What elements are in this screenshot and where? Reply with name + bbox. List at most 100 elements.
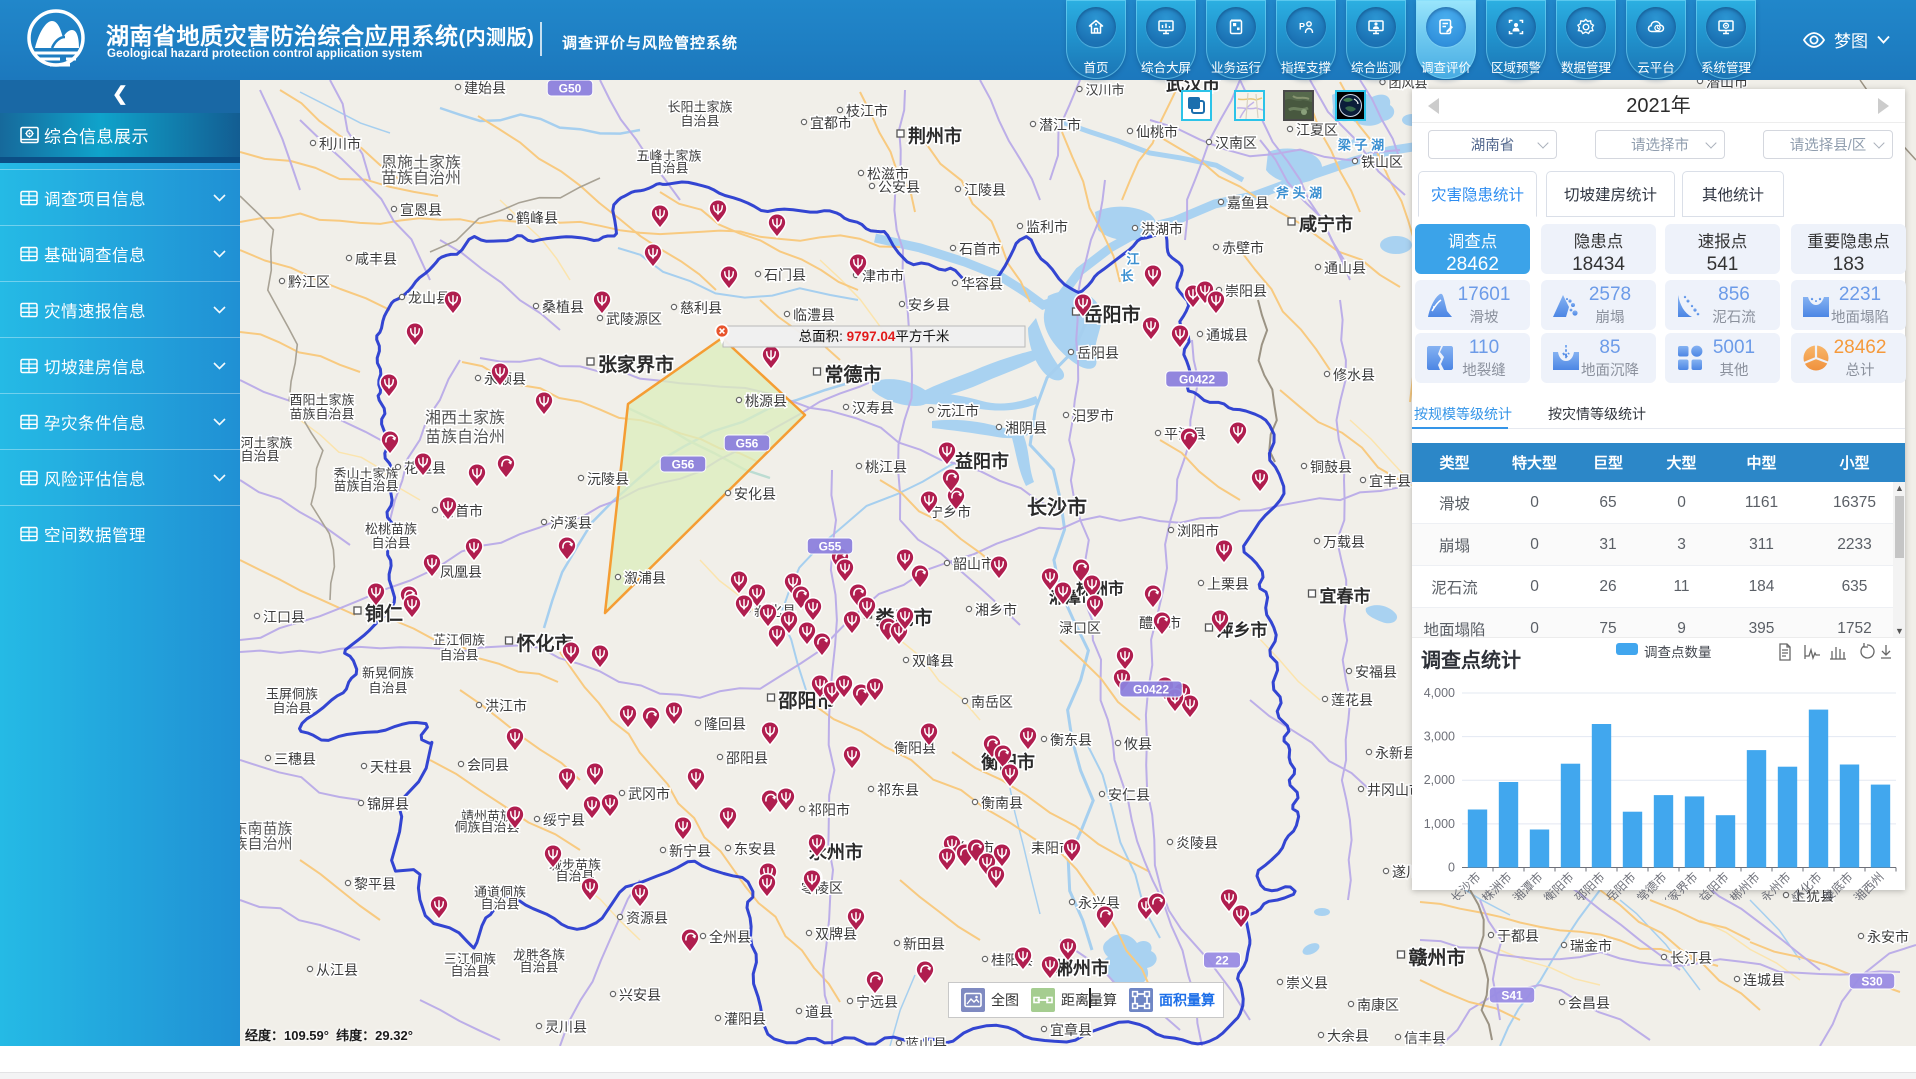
svg-text:兴安县: 兴安县 <box>619 987 661 1003</box>
svg-text:潜江市: 潜江市 <box>1039 117 1081 133</box>
svg-text:铜仁: 铜仁 <box>365 602 403 625</box>
svg-text:铜鼓县: 铜鼓县 <box>1310 459 1352 475</box>
svg-text:宁远县: 宁远县 <box>856 994 898 1010</box>
svg-text:玉屏侗族: 玉屏侗族 <box>266 687 318 702</box>
svg-text:0: 0 <box>1448 861 1455 875</box>
svg-text:莲花县: 莲花县 <box>1331 692 1373 708</box>
svg-text:2,000: 2,000 <box>1424 773 1455 787</box>
svg-text:酉阳土家族: 酉阳土家族 <box>289 393 354 408</box>
svg-text:嘉鱼县: 嘉鱼县 <box>1227 195 1269 211</box>
svg-text:建始县: 建始县 <box>464 80 506 96</box>
svg-text:自治县: 自治县 <box>240 449 279 464</box>
svg-text:通山县: 通山县 <box>1324 260 1366 276</box>
svg-text:江口县: 江口县 <box>263 609 305 625</box>
svg-text:郴州市: 郴州市 <box>1055 957 1109 978</box>
svg-text:灵川县: 灵川县 <box>545 1019 587 1035</box>
svg-text:洪江市: 洪江市 <box>485 698 527 714</box>
svg-text:利川市: 利川市 <box>319 136 361 152</box>
svg-text:长沙市: 长沙市 <box>1027 495 1087 519</box>
svg-text:长: 长 <box>1120 269 1134 284</box>
svg-text:永安市: 永安市 <box>1867 929 1909 945</box>
svg-text:自治县: 自治县 <box>450 964 489 979</box>
svg-text:武冈市: 武冈市 <box>628 786 670 802</box>
svg-text:G55: G55 <box>819 540 842 554</box>
svg-text:黔江区: 黔江区 <box>288 274 330 290</box>
svg-text:修水县: 修水县 <box>1333 367 1375 383</box>
svg-text:监利市: 监利市 <box>1026 219 1068 235</box>
svg-text:泸溪县: 泸溪县 <box>550 515 592 531</box>
svg-text:韶山市: 韶山市 <box>953 556 995 572</box>
svg-text:汉南区: 汉南区 <box>1215 135 1257 151</box>
svg-text:溆浦县: 溆浦县 <box>624 570 666 586</box>
svg-text:新宁县: 新宁县 <box>669 843 711 859</box>
svg-text:全州县: 全州县 <box>709 929 751 945</box>
svg-text:东安县: 东安县 <box>734 841 776 857</box>
svg-text:永新县: 永新县 <box>1375 745 1417 761</box>
svg-text:4,000: 4,000 <box>1424 686 1455 700</box>
svg-text:自治县: 自治县 <box>439 648 478 663</box>
svg-text:慈利县: 慈利县 <box>680 300 722 316</box>
svg-text:G50: G50 <box>559 82 582 96</box>
svg-text:洪湖市: 洪湖市 <box>1141 221 1183 237</box>
svg-text:石首市: 石首市 <box>959 241 1001 257</box>
svg-text:22: 22 <box>1215 954 1229 968</box>
svg-text:苗族自治州: 苗族自治州 <box>381 169 461 187</box>
svg-text:自治县: 自治县 <box>680 114 719 129</box>
svg-text:道县: 道县 <box>805 1004 833 1020</box>
svg-text:万载县: 万载县 <box>1323 534 1365 550</box>
svg-text:津市市: 津市市 <box>862 268 904 284</box>
svg-text:华容县: 华容县 <box>961 276 1003 292</box>
svg-text:安化县: 安化县 <box>734 486 776 502</box>
svg-text:隆回县: 隆回县 <box>704 716 746 732</box>
svg-text:赤壁市: 赤壁市 <box>1222 240 1264 256</box>
svg-text:常德市: 常德市 <box>824 363 881 386</box>
svg-text:P: P <box>1299 22 1305 32</box>
svg-text:新田县: 新田县 <box>903 936 945 952</box>
svg-text:湘西土家族: 湘西土家族 <box>425 409 505 427</box>
svg-text:咸丰县: 咸丰县 <box>355 251 397 267</box>
svg-text:S30: S30 <box>1861 975 1883 989</box>
svg-text:宣恩县: 宣恩县 <box>400 202 442 218</box>
svg-text:张家界市: 张家界市 <box>598 353 674 376</box>
svg-text:自治县: 自治县 <box>519 960 558 975</box>
svg-text:芷江侗族: 芷江侗族 <box>433 633 485 648</box>
svg-text:武汉市: 武汉市 <box>1166 80 1220 94</box>
svg-text:祁东县: 祁东县 <box>877 782 919 798</box>
svg-text:沅陵县: 沅陵县 <box>587 471 629 487</box>
svg-text:通城县: 通城县 <box>1206 327 1248 343</box>
svg-text:自治县: 自治县 <box>480 897 519 912</box>
svg-text:湘西州: 湘西州 <box>1851 869 1887 900</box>
svg-text:天柱县: 天柱县 <box>370 759 412 775</box>
svg-text:汉川市: 汉川市 <box>1085 83 1124 98</box>
svg-text:信丰县: 信丰县 <box>1404 1030 1446 1046</box>
svg-text:于都县: 于都县 <box>1497 928 1539 944</box>
svg-text:湘乡市: 湘乡市 <box>975 602 1017 618</box>
svg-text:江: 江 <box>1126 252 1139 267</box>
svg-text:G0422: G0422 <box>1133 683 1169 697</box>
svg-text:益阳市: 益阳市 <box>955 450 1009 471</box>
svg-text:新晃侗族: 新晃侗族 <box>362 666 414 681</box>
svg-text:大余县: 大余县 <box>1327 1028 1369 1044</box>
svg-text:石门县: 石门县 <box>764 267 806 283</box>
svg-text:S41: S41 <box>1501 989 1523 1003</box>
svg-text:从江县: 从江县 <box>316 962 358 978</box>
svg-text:江夏区: 江夏区 <box>1296 122 1338 138</box>
svg-text:湘阴县: 湘阴县 <box>1005 420 1047 436</box>
svg-text:自治县: 自治县 <box>368 681 407 696</box>
svg-text:桑植县: 桑植县 <box>542 299 584 315</box>
svg-text:G56: G56 <box>672 458 695 472</box>
svg-text:桃源县: 桃源县 <box>745 393 787 409</box>
svg-text:斧 头 湖: 斧 头 湖 <box>1276 186 1322 201</box>
svg-text:邵阳县: 邵阳县 <box>726 750 768 766</box>
svg-text:苗族自治州: 苗族自治州 <box>425 428 505 446</box>
svg-text:桃江县: 桃江县 <box>865 459 907 475</box>
svg-text:崇阳县: 崇阳县 <box>1225 283 1267 299</box>
svg-text:汉寿县: 汉寿县 <box>852 400 894 416</box>
svg-text:仙桃市: 仙桃市 <box>1136 124 1178 140</box>
svg-text:瑞金市: 瑞金市 <box>1570 938 1612 954</box>
svg-text:安福县: 安福县 <box>1355 664 1397 680</box>
svg-text:松桃苗族: 松桃苗族 <box>365 522 417 537</box>
svg-text:灌阳县: 灌阳县 <box>724 1011 766 1027</box>
svg-text:沅江市: 沅江市 <box>937 403 979 419</box>
svg-text:临澧县: 临澧县 <box>793 307 835 323</box>
